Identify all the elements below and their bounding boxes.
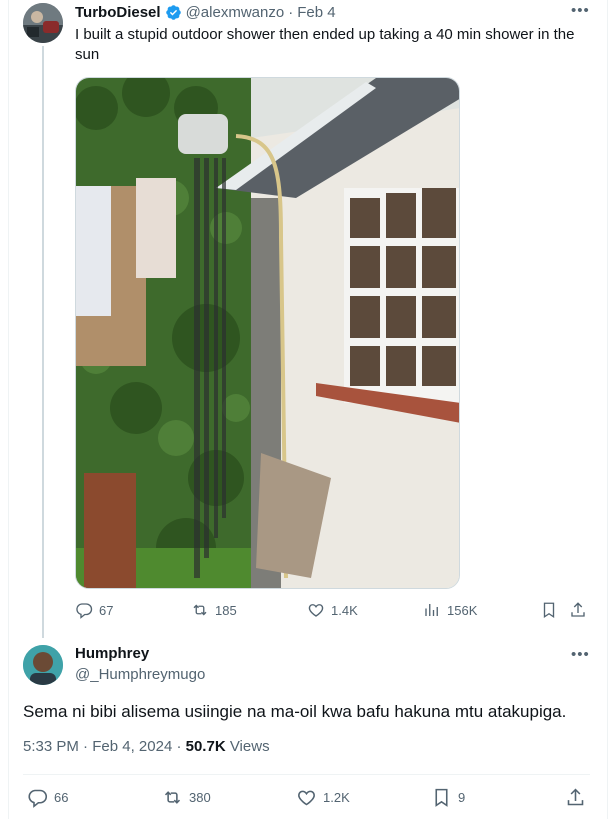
left-border	[8, 0, 9, 819]
meta-dot: ·	[83, 738, 89, 755]
views-button[interactable]: 156K	[423, 601, 477, 619]
views-label: Views	[229, 738, 270, 755]
like-button[interactable]: 1.4K	[307, 601, 358, 619]
reply-share-button[interactable]	[565, 787, 586, 808]
repost-icon	[193, 604, 207, 616]
separator: ·	[288, 4, 294, 21]
reply-count: 67	[99, 602, 114, 618]
reply-bookmark-count: 9	[458, 790, 466, 805]
bookmark-button[interactable]	[540, 601, 558, 619]
verified-badge-icon	[165, 4, 182, 21]
heart-icon	[308, 604, 324, 617]
reply-repost-count: 380	[189, 790, 211, 805]
tweet-header: TurboDiesel @alexmwanzo · Feb 4	[75, 4, 336, 21]
reply-date[interactable]: Feb 4, 2024	[92, 738, 172, 755]
reply-like-button[interactable]: 1.2K	[296, 787, 350, 808]
reply-display-name[interactable]: Humphrey	[75, 645, 149, 662]
view-count: 156K	[447, 602, 478, 618]
share-icon	[567, 788, 584, 806]
reply-meta: 5:33 PM · Feb 4, 2024 · 50.7K Views	[23, 738, 270, 755]
heart-icon	[298, 790, 315, 806]
tweet-date[interactable]: Feb 4	[297, 4, 335, 21]
reply-text: Sema ni bibi alisema usiingie na ma-oil …	[23, 702, 567, 721]
reply-bookmark-button[interactable]: 9	[431, 787, 465, 808]
share-button[interactable]	[569, 601, 587, 619]
reply-button[interactable]: 67	[75, 601, 113, 619]
reply-avatar[interactable]	[23, 645, 63, 685]
tweet-photo[interactable]	[75, 77, 460, 589]
reply-like-count: 1.2K	[323, 790, 350, 805]
more-horizontal-icon[interactable]: •••	[571, 2, 590, 19]
right-border	[607, 0, 608, 819]
thread-line	[42, 46, 44, 638]
reply-icon	[28, 789, 48, 808]
reply-time[interactable]: 5:33 PM	[23, 738, 79, 755]
reply-reply-button[interactable]: 66	[27, 787, 68, 808]
like-count: 1.4K	[331, 602, 358, 618]
repost-button[interactable]: 185	[191, 601, 237, 619]
reply-repost-button[interactable]: 380	[162, 787, 211, 808]
reply-reply-count: 66	[54, 790, 69, 805]
bookmark-icon	[435, 788, 448, 807]
more-horizontal-icon[interactable]: •••	[571, 646, 590, 663]
reply-view-count: 50.7K	[185, 738, 226, 755]
meta-dot: ·	[176, 738, 182, 755]
display-name[interactable]: TurboDiesel	[75, 4, 161, 21]
analytics-icon	[425, 604, 438, 616]
repost-count: 185	[215, 602, 237, 618]
reply-icon	[76, 603, 93, 619]
share-icon	[571, 602, 585, 617]
bookmark-icon	[543, 602, 555, 619]
handle[interactable]: @alexmwanzo	[186, 4, 285, 21]
tweet-text: I built a stupid outdoor shower then end…	[75, 26, 575, 63]
reply-handle[interactable]: @_Humphreymugo	[75, 666, 205, 683]
divider	[23, 774, 590, 775]
avatar[interactable]	[23, 3, 63, 43]
repost-icon	[164, 791, 181, 804]
